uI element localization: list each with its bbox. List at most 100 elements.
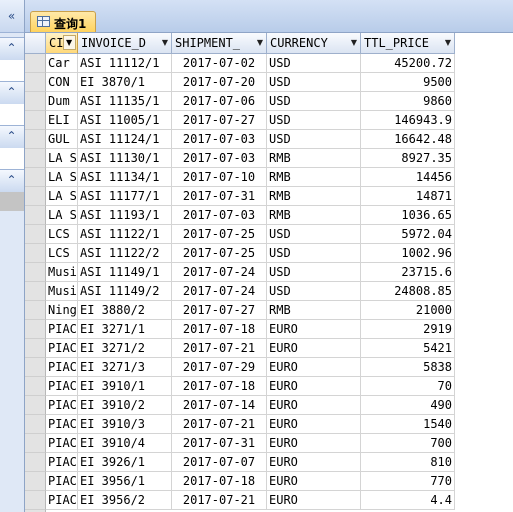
cell-shipment-date[interactable]: 2017-07-21 [172,339,267,358]
cell-currency[interactable]: EURO [267,339,361,358]
cell-shipment-date[interactable]: 2017-07-18 [172,377,267,396]
record-selector[interactable] [25,491,46,510]
cell-ci[interactable]: PIAC [46,434,78,453]
nav-selected-item[interactable] [0,192,24,211]
table-row[interactable]: LCS ASI 11122/1 2017-07-25 USD 5972.04 [25,225,513,244]
column-header-currency[interactable]: CURRENCY ▼ [267,33,361,54]
double-chevron-up-icon[interactable]: ⌃ [3,41,20,56]
cell-currency[interactable]: RMB [267,187,361,206]
cell-invoice[interactable]: EI 3870/1 [78,73,172,92]
table-row[interactable]: PIAC EI 3910/4 2017-07-31 EURO 700 [25,434,513,453]
table-row[interactable]: LCS ASI 11122/2 2017-07-25 USD 1002.96 [25,244,513,263]
table-row[interactable]: CON EI 3870/1 2017-07-20 USD 9500 [25,73,513,92]
nav-group-header-3[interactable]: ⌃ [0,125,24,149]
table-row[interactable]: PIAC EI 3910/2 2017-07-14 EURO 490 [25,396,513,415]
cell-currency[interactable]: RMB [267,206,361,225]
cell-shipment-date[interactable]: 2017-07-25 [172,244,267,263]
column-filter-dropdown-icon[interactable]: ▼ [63,35,76,50]
cell-ci[interactable]: PIAC [46,491,78,510]
table-row[interactable]: PIAC EI 3271/2 2017-07-21 EURO 5421 [25,339,513,358]
cell-shipment-date[interactable]: 2017-07-27 [172,301,267,320]
cell-shipment-date[interactable]: 2017-07-03 [172,149,267,168]
cell-currency[interactable]: EURO [267,453,361,472]
cell-invoice[interactable]: ASI 11005/1 [78,111,172,130]
cell-invoice[interactable]: ASI 11122/1 [78,225,172,244]
cell-shipment-date[interactable]: 2017-07-24 [172,282,267,301]
table-row[interactable]: PIAC EI 3910/1 2017-07-18 EURO 70 [25,377,513,396]
record-selector[interactable] [25,168,46,187]
cell-ttl-price[interactable]: 16642.48 [361,130,455,149]
record-selector[interactable] [25,206,46,225]
column-filter-dropdown-icon[interactable]: ▼ [445,38,451,47]
cell-invoice[interactable]: ASI 11193/1 [78,206,172,225]
column-header-ci[interactable]: CI ▼ [46,33,78,54]
table-row[interactable]: LA S ASI 11134/1 2017-07-10 RMB 14456 [25,168,513,187]
cell-invoice[interactable]: ASI 11124/1 [78,130,172,149]
nav-group-header-1[interactable]: ⌃ [0,37,24,61]
cell-ci[interactable]: PIAC [46,377,78,396]
table-row[interactable]: PIAC EI 3956/2 2017-07-21 EURO 4.4 [25,491,513,510]
cell-ci[interactable]: Dum [46,92,78,111]
cell-ci[interactable]: LCS [46,244,78,263]
table-row[interactable]: Car ASI 11112/1 2017-07-02 USD 45200.72 [25,54,513,73]
record-selector[interactable] [25,263,46,282]
cell-shipment-date[interactable]: 2017-07-21 [172,415,267,434]
table-row[interactable]: Musi ASI 11149/1 2017-07-24 USD 23715.6 [25,263,513,282]
cell-ttl-price[interactable]: 8927.35 [361,149,455,168]
record-selector[interactable] [25,225,46,244]
cell-shipment-date[interactable]: 2017-07-18 [172,472,267,491]
cell-currency[interactable]: RMB [267,168,361,187]
collapse-pane-icon[interactable]: « [3,9,20,24]
record-selector[interactable] [25,472,46,491]
cell-currency[interactable]: RMB [267,149,361,168]
cell-shipment-date[interactable]: 2017-07-24 [172,263,267,282]
cell-ci[interactable]: ELI [46,111,78,130]
column-header-invoice[interactable]: INVOICE_D ▼ [78,33,172,54]
cell-ttl-price[interactable]: 1002.96 [361,244,455,263]
record-selector[interactable] [25,396,46,415]
cell-ttl-price[interactable]: 14871 [361,187,455,206]
nav-group-header-4[interactable]: ⌃ [0,169,24,193]
select-all-corner[interactable] [25,33,46,54]
cell-shipment-date[interactable]: 2017-07-14 [172,396,267,415]
cell-invoice[interactable]: EI 3910/4 [78,434,172,453]
cell-ttl-price[interactable]: 5972.04 [361,225,455,244]
record-selector[interactable] [25,415,46,434]
double-chevron-up-icon[interactable]: ⌃ [3,85,20,100]
record-selector[interactable] [25,54,46,73]
cell-currency[interactable]: USD [267,225,361,244]
cell-currency[interactable]: USD [267,73,361,92]
cell-ci[interactable]: GUL [46,130,78,149]
cell-ci[interactable]: Car [46,54,78,73]
cell-currency[interactable]: USD [267,92,361,111]
record-selector[interactable] [25,244,46,263]
cell-shipment-date[interactable]: 2017-07-06 [172,92,267,111]
table-row[interactable]: Ning EI 3880/2 2017-07-27 RMB 21000 [25,301,513,320]
cell-invoice[interactable]: ASI 11149/1 [78,263,172,282]
record-selector[interactable] [25,377,46,396]
table-row[interactable]: PIAC EI 3271/3 2017-07-29 EURO 5838 [25,358,513,377]
cell-currency[interactable]: USD [267,263,361,282]
cell-currency[interactable]: USD [267,244,361,263]
cell-ttl-price[interactable]: 9860 [361,92,455,111]
table-row[interactable]: PIAC EI 3910/3 2017-07-21 EURO 1540 [25,415,513,434]
table-row[interactable]: PIAC EI 3271/1 2017-07-18 EURO 2919 [25,320,513,339]
cell-ci[interactable]: PIAC [46,472,78,491]
cell-invoice[interactable]: ASI 11149/2 [78,282,172,301]
cell-shipment-date[interactable]: 2017-07-03 [172,206,267,225]
cell-ttl-price[interactable]: 45200.72 [361,54,455,73]
cell-currency[interactable]: USD [267,130,361,149]
cell-invoice[interactable]: ASI 11177/1 [78,187,172,206]
cell-ci[interactable]: PIAC [46,453,78,472]
cell-shipment-date[interactable]: 2017-07-21 [172,491,267,510]
table-row[interactable]: GUL ASI 11124/1 2017-07-03 USD 16642.48 [25,130,513,149]
cell-invoice[interactable]: ASI 11130/1 [78,149,172,168]
cell-currency[interactable]: EURO [267,377,361,396]
cell-invoice[interactable]: EI 3271/3 [78,358,172,377]
cell-ci[interactable]: Musi [46,282,78,301]
cell-currency[interactable]: EURO [267,415,361,434]
cell-ttl-price[interactable]: 700 [361,434,455,453]
table-row[interactable]: Dum ASI 11135/1 2017-07-06 USD 9860 [25,92,513,111]
cell-ttl-price[interactable]: 70 [361,377,455,396]
record-selector[interactable] [25,187,46,206]
